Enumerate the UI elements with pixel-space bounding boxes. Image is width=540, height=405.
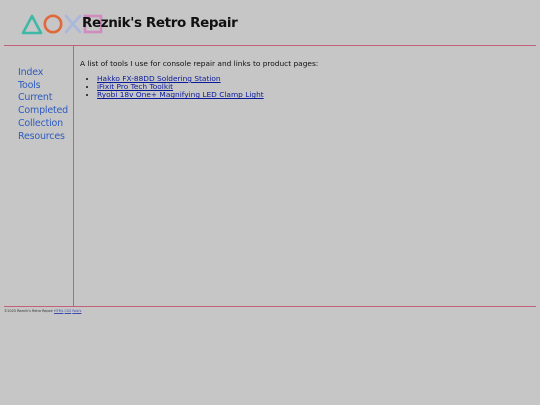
footer-copyright: ©2025 Reznik's Retro Repair xyxy=(4,309,53,313)
footer-link-css[interactable]: CSS xyxy=(65,309,72,313)
site-header: Reznik's Retro Repair xyxy=(0,0,540,46)
nav-item-collection[interactable]: Collection xyxy=(18,118,68,131)
sidebar-divider xyxy=(73,46,74,306)
footer-link-robs[interactable]: Rob's xyxy=(72,309,81,313)
site-footer: ©2025 Reznik's Retro Repair HTML CSS Rob… xyxy=(4,309,81,313)
list-item: Ryobi 18v One+ Magnifying LED Clamp Ligh… xyxy=(97,91,318,99)
site-title: Reznik's Retro Repair xyxy=(82,15,238,31)
nav-item-current[interactable]: Current xyxy=(18,92,68,105)
footer-divider xyxy=(4,306,536,307)
nav-item-index[interactable]: Index xyxy=(18,67,68,80)
tool-list: Hakko FX-88DD Soldering Station iFixit P… xyxy=(80,74,318,100)
footer-link-html[interactable]: HTML xyxy=(54,309,63,313)
main-content: A list of tools I use for console repair… xyxy=(80,59,318,100)
nav-item-completed[interactable]: Completed xyxy=(18,105,68,118)
cross-icon xyxy=(64,14,82,34)
sidebar-nav: Index Tools Current Completed Collection… xyxy=(18,67,68,143)
triangle-icon xyxy=(21,14,43,35)
tool-link-ryobi[interactable]: Ryobi 18v One+ Magnifying LED Clamp Ligh… xyxy=(97,90,264,99)
nav-item-resources[interactable]: Resources xyxy=(18,131,68,144)
circle-icon xyxy=(43,14,63,34)
intro-text: A list of tools I use for console repair… xyxy=(80,59,319,68)
header-divider xyxy=(4,45,536,46)
nav-item-tools[interactable]: Tools xyxy=(18,80,68,93)
